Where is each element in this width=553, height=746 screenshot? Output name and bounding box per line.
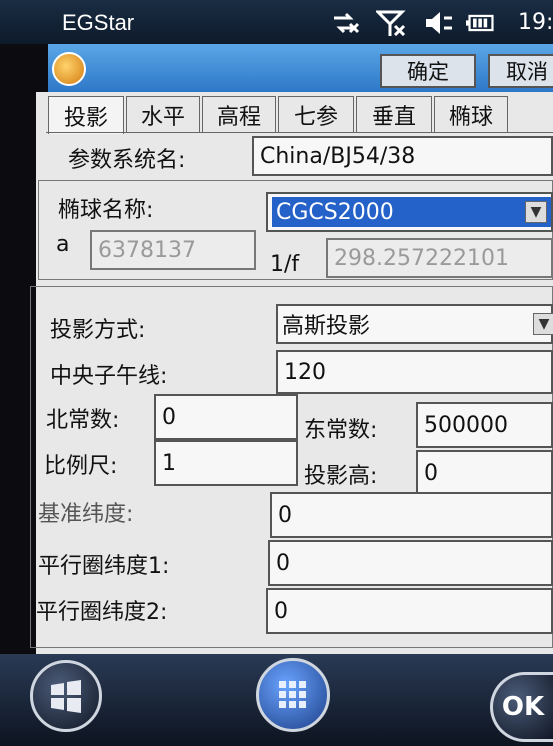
scale-factor-label: 比例尺: bbox=[44, 454, 118, 479]
status-bar: EGStar 19: bbox=[0, 0, 553, 44]
flattening-label: 1/f bbox=[270, 252, 300, 277]
cancel-button[interactable]: 取消 bbox=[488, 54, 553, 88]
ellipsoid-value: CGCS2000 bbox=[272, 197, 551, 227]
semi-major-axis-label: a bbox=[56, 232, 70, 257]
parameter-panel: 投影 水平 高程 七参 垂直 椭球 参数系统名: China/BJ54/38 椭… bbox=[30, 92, 553, 654]
false-northing-field[interactable]: 0 bbox=[154, 394, 298, 440]
parallel-latitude-1-field[interactable]: 0 bbox=[268, 540, 553, 586]
windows-logo-icon bbox=[51, 680, 81, 713]
scale-factor-field[interactable]: 1 bbox=[154, 440, 298, 486]
taskbar: OK bbox=[0, 654, 553, 746]
parallel-latitude-2-label: 平行圈纬度2: bbox=[36, 600, 168, 625]
keyboard-grid-icon bbox=[279, 681, 306, 708]
system-name-label: 参数系统名: bbox=[68, 148, 186, 173]
false-easting-label: 东常数: bbox=[304, 418, 378, 443]
tab-ellipsoid[interactable]: 椭球 bbox=[434, 96, 508, 132]
no-signal-icon[interactable] bbox=[376, 10, 406, 36]
flattening-field: 298.257222101 bbox=[326, 238, 553, 278]
central-meridian-label: 中央子午线: bbox=[50, 364, 168, 389]
chevron-down-icon[interactable]: ▼ bbox=[533, 313, 553, 335]
chevron-down-icon[interactable]: ▼ bbox=[525, 201, 547, 223]
false-easting-field[interactable]: 500000 bbox=[416, 402, 553, 448]
app-toolbar: 确定 取消 bbox=[48, 44, 553, 92]
system-name-field[interactable]: China/BJ54/38 bbox=[252, 136, 553, 176]
tab-projection[interactable]: 投影 bbox=[48, 96, 124, 134]
tab-elevation[interactable]: 高程 bbox=[202, 96, 276, 132]
central-meridian-field[interactable]: 120 bbox=[276, 350, 553, 394]
projection-method-dropdown[interactable]: 高斯投影 ▼ bbox=[276, 304, 553, 344]
parallel-latitude-2-field[interactable]: 0 bbox=[266, 588, 553, 634]
projection-height-label: 投影高: bbox=[304, 464, 378, 489]
clock[interactable]: 19: bbox=[518, 10, 553, 35]
semi-major-axis-field: 6378137 bbox=[90, 230, 256, 270]
battery-icon[interactable] bbox=[466, 10, 496, 36]
projection-height-field[interactable]: 0 bbox=[416, 450, 553, 496]
keyboard-button[interactable] bbox=[256, 658, 330, 732]
ok-label: OK bbox=[501, 692, 545, 722]
tab-horizontal[interactable]: 水平 bbox=[126, 96, 200, 132]
ellipsoid-name-label: 椭球名称: bbox=[58, 198, 154, 223]
parallel-latitude-1-label: 平行圈纬度1: bbox=[38, 554, 170, 579]
app-logo-icon[interactable] bbox=[52, 52, 86, 86]
tab-vertical[interactable]: 垂直 bbox=[356, 96, 432, 132]
false-northing-label: 北常数: bbox=[46, 408, 120, 433]
tab-divider bbox=[46, 132, 553, 133]
tab-seven-params[interactable]: 七参 bbox=[278, 96, 354, 132]
projection-method-value: 高斯投影 bbox=[282, 314, 371, 339]
network-sync-icon[interactable] bbox=[330, 10, 360, 36]
ellipsoid-dropdown[interactable]: CGCS2000 ▼ bbox=[266, 192, 553, 232]
base-latitude-label: 基准纬度: bbox=[38, 502, 134, 527]
projection-method-label: 投影方式: bbox=[50, 318, 146, 343]
volume-muted-icon[interactable] bbox=[424, 10, 454, 36]
start-button[interactable] bbox=[30, 660, 102, 732]
base-latitude-field[interactable]: 0 bbox=[270, 492, 553, 538]
ok-button[interactable]: OK bbox=[490, 672, 553, 742]
confirm-button[interactable]: 确定 bbox=[380, 54, 476, 88]
app-title: EGStar bbox=[62, 10, 135, 35]
